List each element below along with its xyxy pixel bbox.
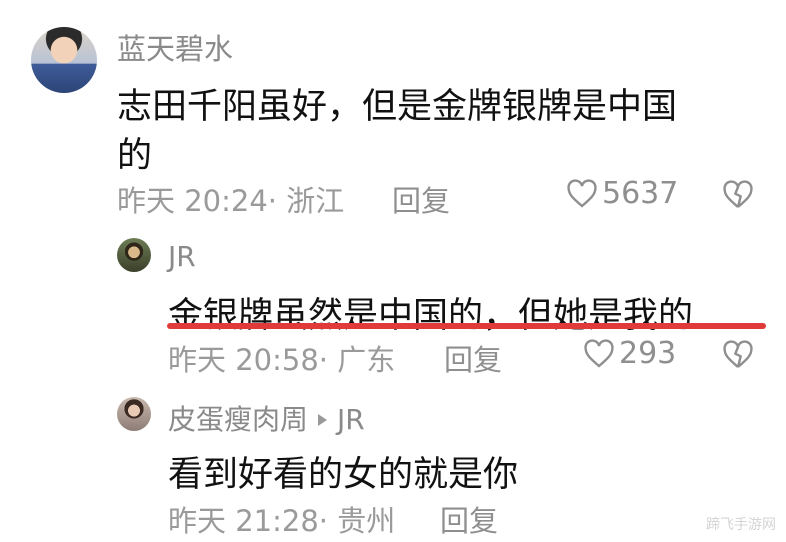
reply-button[interactable]: 回复	[392, 178, 450, 220]
reply-author[interactable]: 皮蛋瘦肉周	[168, 403, 308, 436]
comment-text: 志田千阳虽好，但是金牌银牌是中国	[117, 87, 678, 127]
like-count: 5637	[602, 176, 679, 211]
dislike-button[interactable]	[722, 340, 754, 374]
avatar[interactable]	[117, 397, 151, 431]
like-button[interactable]: 5637	[566, 176, 678, 211]
comment-meta: 昨天 20:58· 广东	[168, 343, 396, 377]
reply-target[interactable]: JR	[337, 403, 365, 436]
avatar[interactable]	[31, 27, 97, 93]
comment-text: 的	[117, 136, 153, 176]
comment-text: 看到好看的女的就是你	[168, 455, 519, 495]
like-button[interactable]: 293	[583, 336, 676, 371]
comment-username[interactable]: 蓝天碧水	[117, 26, 233, 68]
reply-button[interactable]: 回复	[440, 498, 498, 540]
comment-username[interactable]: 皮蛋瘦肉周 JR	[168, 398, 365, 438]
like-count: 293	[619, 336, 677, 371]
broken-heart-icon	[723, 340, 753, 368]
comment-meta: 昨天 21:28· 贵州	[168, 504, 396, 538]
watermark: 蹄飞手游网	[706, 517, 776, 533]
comment-username[interactable]: JR	[168, 240, 196, 273]
reply-arrow-icon	[318, 414, 328, 426]
comment-text: 金银牌虽然是中国的，但她是我的	[168, 296, 694, 336]
broken-heart-icon	[723, 180, 753, 208]
avatar[interactable]	[117, 238, 151, 272]
dislike-button[interactable]	[722, 180, 754, 214]
heart-icon	[567, 178, 597, 208]
highlight-underline	[167, 323, 766, 329]
reply-button[interactable]: 回复	[444, 337, 502, 379]
heart-icon	[584, 338, 614, 368]
comment-meta: 昨天 20:24· 浙江	[117, 184, 345, 218]
